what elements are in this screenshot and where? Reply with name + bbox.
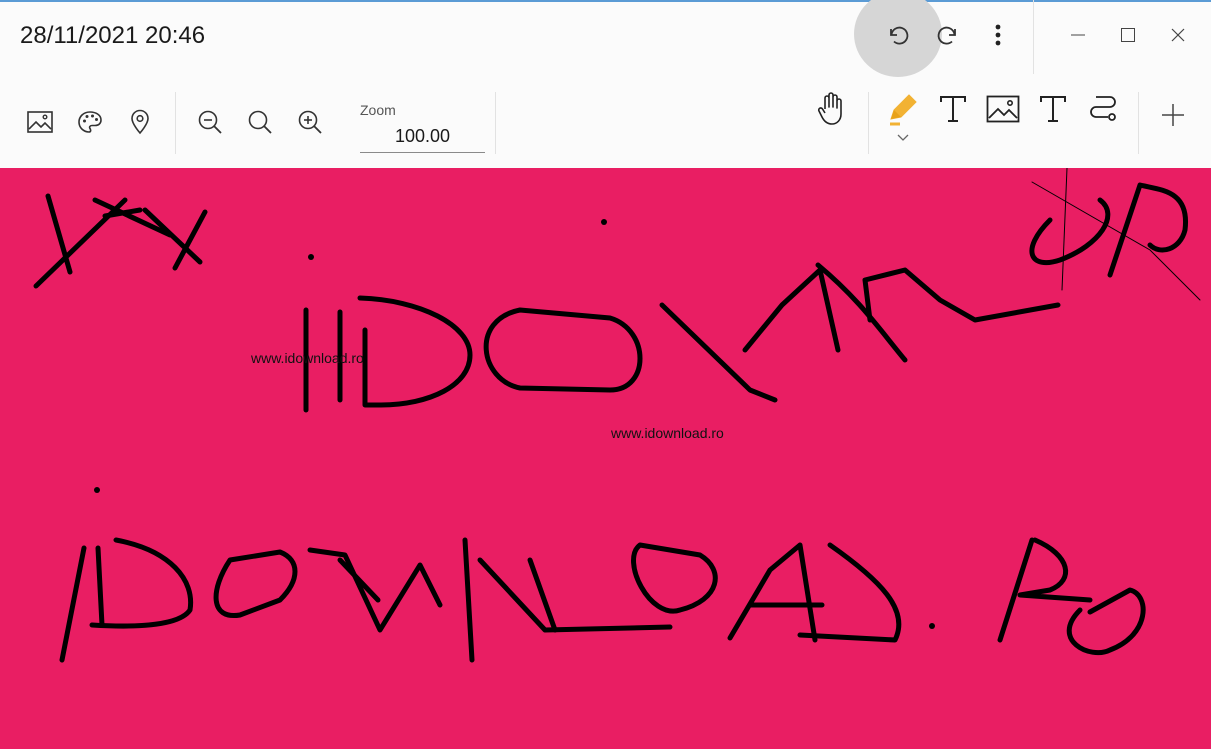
more-vertical-icon — [994, 23, 1002, 47]
zoom-label: Zoom — [360, 102, 396, 118]
maximize-icon — [1120, 27, 1136, 43]
redo-icon — [935, 22, 961, 48]
watermark-text: www.idownload.ro — [611, 425, 724, 441]
pan-tool-button[interactable] — [812, 89, 852, 129]
stroke-tool-button[interactable] — [1083, 89, 1123, 129]
toolbar-separator — [868, 92, 869, 154]
insert-image-icon — [986, 95, 1020, 123]
image-icon — [27, 111, 53, 133]
zoom-out-icon — [197, 109, 223, 135]
close-icon — [1170, 27, 1186, 43]
text-icon — [1038, 94, 1068, 124]
zoom-in-button[interactable] — [290, 102, 330, 142]
background-color-button[interactable] — [70, 102, 110, 142]
background-image-button[interactable] — [20, 102, 60, 142]
text-tool-button[interactable] — [933, 89, 973, 129]
text-box-button[interactable] — [1033, 89, 1073, 129]
text-icon — [938, 94, 968, 124]
toolbar-separator — [1138, 92, 1139, 154]
close-button[interactable] — [1158, 15, 1198, 55]
pen-icon — [886, 92, 920, 126]
palette-icon — [77, 110, 103, 134]
location-pin-icon — [130, 109, 150, 135]
chevron-down-icon[interactable] — [895, 130, 911, 142]
drawing-canvas[interactable]: www.idownload.ro www.idownload.ro — [0, 168, 1211, 749]
zoom-input[interactable] — [360, 120, 485, 153]
ink-strokes — [33, 168, 1201, 663]
zoom-fit-button[interactable] — [240, 102, 280, 142]
undo-icon — [885, 22, 911, 48]
title-bar: 28/11/2021 20:46 Zoom 100.00 — [0, 0, 1211, 168]
location-button[interactable] — [120, 102, 160, 142]
minimize-button[interactable] — [1058, 15, 1098, 55]
toolbar-separator — [175, 92, 176, 154]
hand-icon — [816, 92, 848, 126]
stroke-to-shape-icon — [1086, 93, 1120, 125]
minimize-icon — [1070, 27, 1086, 43]
maximize-button[interactable] — [1108, 15, 1148, 55]
window-title: 28/11/2021 20:46 — [20, 22, 206, 49]
zoom-in-icon — [297, 109, 323, 135]
separator — [1033, 0, 1034, 74]
add-icon — [1160, 102, 1186, 128]
window-accent-line — [0, 0, 1211, 2]
insert-image-button[interactable] — [983, 89, 1023, 129]
toolbar-separator — [495, 92, 496, 154]
zoom-fit-icon — [247, 109, 273, 135]
zoom-control: Zoom — [360, 102, 485, 154]
redo-button[interactable] — [928, 15, 968, 55]
pen-tool-button[interactable] — [883, 89, 923, 129]
undo-button[interactable] — [878, 15, 918, 55]
more-options-button[interactable] — [978, 15, 1018, 55]
watermark-text: www.idownload.ro — [251, 350, 364, 366]
zoom-out-button[interactable] — [190, 102, 230, 142]
add-button[interactable] — [1153, 95, 1193, 135]
